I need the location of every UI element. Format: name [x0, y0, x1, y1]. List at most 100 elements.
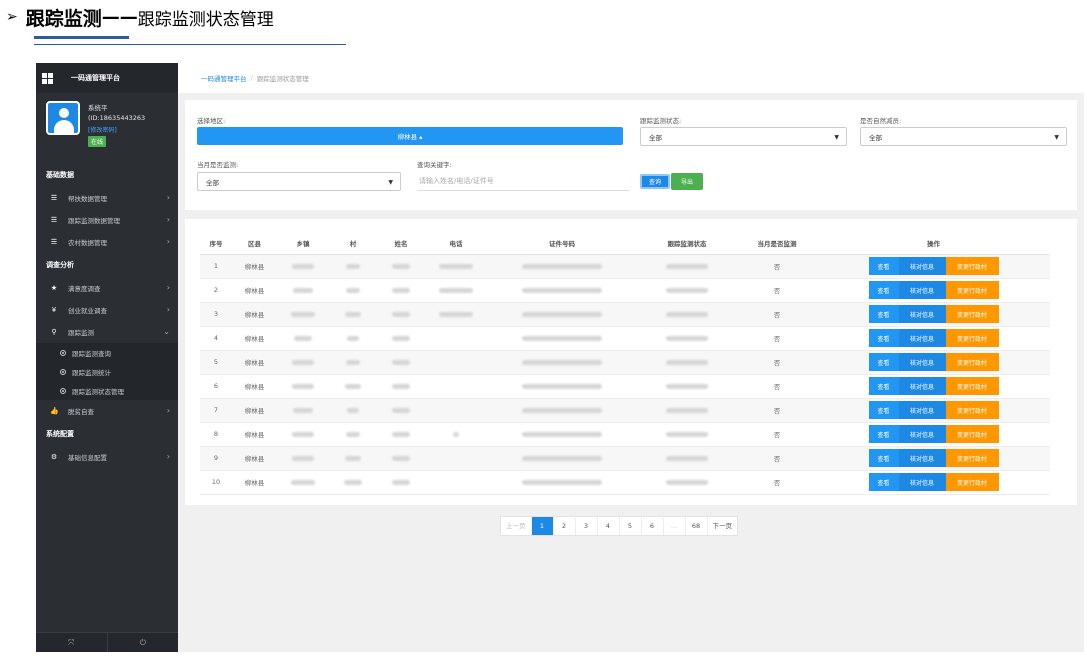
heading-underline-thick: [34, 36, 129, 39]
cell-town: [277, 422, 329, 447]
next-page-button[interactable]: 下一页: [708, 517, 738, 535]
change-village-button[interactable]: 变更行政村: [945, 257, 999, 275]
cell-id-number: [487, 326, 637, 351]
page-button-6[interactable]: 6: [642, 517, 664, 535]
sidebar-item-assistance-data[interactable]: ☰ 帮扶数据管理 ›: [36, 187, 178, 209]
change-village-button[interactable]: 变更行政村: [945, 401, 999, 419]
document-heading: ➢ 跟踪监测 —— 跟踪监测状态管理: [6, 4, 274, 30]
redacted-village: [347, 335, 359, 341]
menu-grid-icon[interactable]: [42, 72, 53, 84]
redacted-town: [291, 479, 315, 485]
col-county: 区县: [232, 232, 277, 255]
check-info-button[interactable]: 核对信息: [898, 257, 946, 275]
col-tracking-status: 跟踪监测状态: [637, 232, 737, 255]
status-select[interactable]: 全部 ▼: [640, 127, 847, 146]
cell-id-number: [487, 422, 637, 447]
view-button[interactable]: 查看: [868, 257, 899, 275]
page-button-3[interactable]: 3: [576, 517, 598, 535]
breadcrumb-current: 跟踪监测状态管理: [256, 75, 309, 83]
redacted-phone: [439, 263, 473, 269]
check-info-button[interactable]: 核对信息: [898, 329, 946, 347]
list-icon: ☰: [50, 216, 58, 224]
redacted-town: [292, 383, 314, 389]
view-button[interactable]: 查看: [868, 473, 899, 491]
query-button[interactable]: 查询: [640, 174, 670, 189]
sidebar-item-base-config[interactable]: ⚙ 基础信息配置 ›: [36, 446, 178, 468]
sidebar-subitem-tracking-stats[interactable]: 跟踪监测统计: [36, 362, 178, 381]
redacted-status: [666, 407, 708, 413]
cell-id-number: [487, 470, 637, 495]
cell-village: [329, 350, 377, 375]
check-info-button[interactable]: 核对信息: [898, 425, 946, 443]
view-button[interactable]: 查看: [868, 377, 899, 395]
sidebar-item-employment[interactable]: ¥ 创业就业调查 ›: [36, 299, 178, 321]
prev-page-button[interactable]: 上一页: [501, 517, 532, 535]
cell-tracking-status: [637, 398, 737, 423]
export-button[interactable]: 导出: [671, 173, 703, 190]
cell-town: [277, 302, 329, 327]
view-button[interactable]: 查看: [868, 353, 899, 371]
cell-name: [377, 326, 425, 351]
check-info-button[interactable]: 核对信息: [898, 281, 946, 299]
cell-index: 5: [200, 350, 232, 375]
change-password-link[interactable]: [修改密码]: [88, 125, 117, 134]
check-info-button[interactable]: 核对信息: [898, 353, 946, 371]
keyword-input[interactable]: 请输入姓名/电话/证件号: [417, 172, 629, 191]
check-info-button[interactable]: 核对信息: [898, 377, 946, 395]
sidebar-item-satisfaction[interactable]: ★ 满意度调查 ›: [36, 277, 178, 299]
redacted-id: [522, 287, 602, 293]
sidebar-item-rural-data[interactable]: ☰ 农村数据管理 ›: [36, 231, 178, 253]
change-village-button[interactable]: 变更行政村: [945, 353, 999, 371]
sidebar-item-monitoring-data[interactable]: ☰ 跟踪监测数据管理 ›: [36, 209, 178, 231]
view-button[interactable]: 查看: [868, 425, 899, 443]
chevron-right-icon: ›: [166, 237, 170, 246]
change-village-button[interactable]: 变更行政村: [945, 377, 999, 395]
redacted-phone: [439, 287, 473, 293]
change-village-button[interactable]: 变更行政村: [945, 329, 999, 347]
redacted-status: [666, 431, 708, 437]
col-name: 姓名: [377, 232, 425, 255]
change-village-button[interactable]: 变更行政村: [945, 281, 999, 299]
natural-reduction-select[interactable]: 全部 ▼: [860, 127, 1067, 146]
page-button-4[interactable]: 4: [598, 517, 620, 535]
cell-town: [277, 350, 329, 375]
page-button-5[interactable]: 5: [620, 517, 642, 535]
results-table: 序号 区县 乡镇 村 姓名 电话 证件号码 跟踪监测状态 当月是否监测 操作 1…: [200, 232, 1050, 495]
check-info-button[interactable]: 核对信息: [898, 401, 946, 419]
view-button[interactable]: 查看: [868, 281, 899, 299]
view-button[interactable]: 查看: [868, 401, 899, 419]
check-info-button[interactable]: 核对信息: [898, 449, 946, 467]
cell-town: [277, 254, 329, 279]
sidebar-subitem-tracking-status[interactable]: 跟踪监测状态管理: [36, 381, 178, 400]
section-basic-data: 基础数据: [46, 171, 74, 179]
page-button-1[interactable]: 1: [531, 517, 554, 535]
sidebar-item-self-check[interactable]: 👍 脱贫自查 ›: [36, 400, 178, 422]
check-info-button[interactable]: 核对信息: [898, 473, 946, 491]
change-village-button[interactable]: 变更行政村: [945, 305, 999, 323]
view-button[interactable]: 查看: [868, 329, 899, 347]
cell-tracking-status: [637, 422, 737, 447]
section-system-config: 系统配置: [46, 430, 74, 438]
check-info-button[interactable]: 核对信息: [898, 305, 946, 323]
col-phone: 电话: [425, 232, 487, 255]
power-icon[interactable]: ⏻: [108, 633, 179, 652]
breadcrumb-home[interactable]: 一码通管理平台: [201, 73, 247, 83]
fullscreen-icon[interactable]: ⤧: [36, 633, 108, 652]
redacted-id: [522, 263, 602, 269]
change-village-button[interactable]: 变更行政村: [945, 425, 999, 443]
view-button[interactable]: 查看: [868, 305, 899, 323]
region-selector[interactable]: 柳林县 ▴: [197, 127, 623, 145]
redacted-name: [392, 431, 410, 437]
page-button-last[interactable]: 68: [686, 517, 708, 535]
month-monitor-select[interactable]: 全部 ▼: [197, 172, 401, 191]
view-button[interactable]: 查看: [868, 449, 899, 467]
cell-actions: 查看 核对信息 变更行政村: [817, 446, 1050, 471]
page-button-2[interactable]: 2: [554, 517, 576, 535]
cell-phone: [425, 350, 487, 375]
change-village-button[interactable]: 变更行政村: [945, 473, 999, 491]
redacted-village: [344, 479, 362, 485]
change-village-button[interactable]: 变更行政村: [945, 449, 999, 467]
sidebar-subitem-tracking-query[interactable]: 跟踪监测查询: [36, 343, 178, 362]
cell-name: [377, 422, 425, 447]
sidebar-item-tracking[interactable]: ⚲ 跟踪监测 ⌄: [36, 321, 178, 343]
